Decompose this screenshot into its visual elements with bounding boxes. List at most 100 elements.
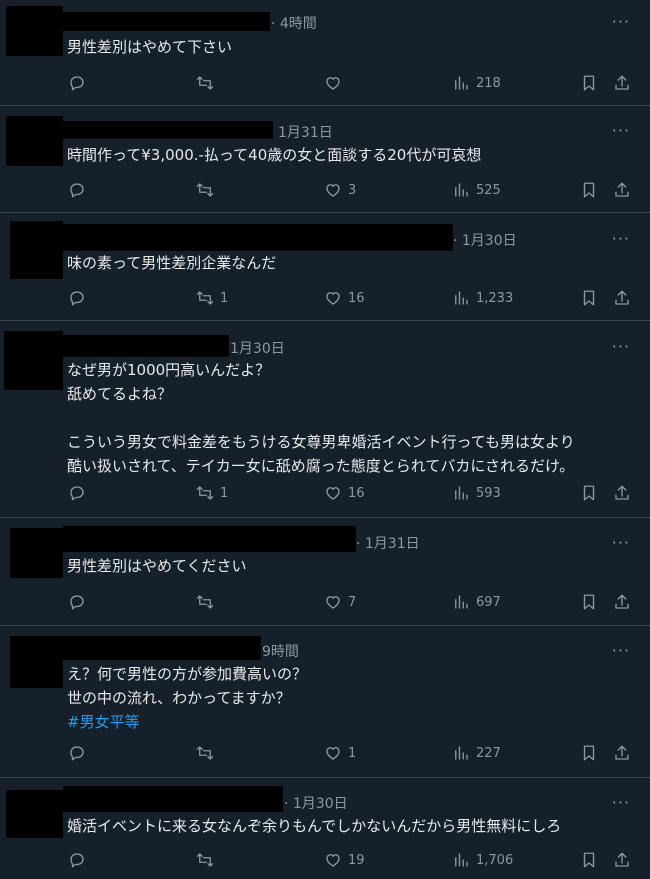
repost-button[interactable]: 1	[196, 483, 228, 503]
post-text: 男性差別はやめてください	[67, 557, 247, 575]
share-button[interactable]	[613, 850, 631, 870]
share-icon	[615, 745, 629, 760]
reply-icon	[70, 595, 84, 610]
repost-icon	[196, 486, 214, 500]
reply-icon	[70, 853, 84, 868]
post-timestamp[interactable]: 9時間	[262, 641, 299, 661]
post-timestamp[interactable]: · 1月30日	[453, 230, 517, 250]
author-name[interactable]	[63, 121, 273, 139]
bookmark-button[interactable]	[580, 592, 598, 612]
avatar[interactable]	[10, 636, 63, 688]
post-timestamp[interactable]: · 1月30日	[284, 793, 348, 813]
like-button[interactable]	[324, 73, 348, 93]
heart-icon	[326, 596, 340, 609]
views-chart-icon	[455, 183, 468, 197]
views-button[interactable]: 227	[452, 743, 501, 763]
more-options-button[interactable]: ···	[612, 12, 630, 31]
avatar[interactable]	[6, 116, 63, 166]
share-icon	[615, 182, 629, 197]
post-text: 男性差別はやめて下さい	[67, 38, 233, 56]
bookmark-button[interactable]	[580, 288, 598, 308]
repost-button[interactable]	[196, 180, 220, 200]
views-button[interactable]: 1,706	[452, 850, 513, 870]
author-name[interactable]	[63, 526, 356, 552]
repost-button[interactable]: 1	[196, 288, 228, 308]
more-options-button[interactable]: ···	[612, 641, 630, 660]
views-button[interactable]: 525	[452, 180, 501, 200]
reply-button[interactable]	[68, 592, 92, 612]
views-button[interactable]: 593	[452, 483, 501, 503]
post-actions: 3 525	[0, 180, 650, 200]
share-button[interactable]	[613, 288, 631, 308]
hashtag-link[interactable]: #男女平等	[67, 710, 140, 734]
bookmark-button[interactable]	[580, 180, 598, 200]
more-options-button[interactable]: ···	[612, 121, 630, 140]
post-timestamp[interactable]: 1月30日	[230, 338, 285, 358]
reply-button[interactable]	[68, 288, 92, 308]
more-options-button[interactable]: ···	[612, 793, 630, 812]
avatar[interactable]	[10, 221, 63, 279]
post-timestamp[interactable]: · 1月31日	[356, 533, 420, 553]
share-button[interactable]	[613, 592, 631, 612]
more-options-button[interactable]: ···	[612, 229, 630, 248]
post-6[interactable]: 9時間 ··· え？何で男性の方が参加費高いの？ 世の中の流れ、わかってますか？…	[0, 626, 650, 778]
bookmark-button[interactable]	[580, 483, 598, 503]
views-button[interactable]: 697	[452, 592, 501, 612]
share-button[interactable]	[613, 743, 631, 763]
author-name[interactable]	[60, 224, 453, 251]
more-options-button[interactable]: ···	[612, 337, 630, 356]
post-text: なぜ男が1000円高いんだよ？ 舐めてるよね？ こういう男女で料金差をもうける女…	[67, 361, 575, 475]
views-button[interactable]: 1,233	[452, 288, 513, 308]
reply-button[interactable]	[68, 483, 92, 503]
bookmark-icon	[583, 182, 595, 198]
repost-icon	[196, 595, 214, 609]
views-chart-icon	[455, 486, 468, 500]
share-icon	[615, 485, 629, 500]
like-button[interactable]: 3	[324, 180, 356, 200]
repost-button[interactable]	[196, 850, 220, 870]
like-button[interactable]: 16	[324, 288, 365, 308]
reply-icon	[70, 291, 84, 306]
like-button[interactable]: 1	[324, 743, 356, 763]
repost-button[interactable]	[196, 743, 220, 763]
post-1[interactable]: · 4時間 ··· 男性差別はやめて下さい 218	[0, 0, 650, 106]
avatar[interactable]	[10, 528, 63, 578]
heart-icon	[326, 77, 340, 90]
author-name[interactable]	[63, 786, 283, 812]
like-button[interactable]: 7	[324, 592, 356, 612]
views-button[interactable]: 218	[452, 73, 501, 93]
repost-icon	[196, 291, 214, 305]
post-7[interactable]: · 1月30日 ··· 婚活イベントに来る女なんぞ余りもんでしかないんだから男性…	[0, 778, 650, 879]
avatar[interactable]	[6, 6, 63, 56]
post-timestamp[interactable]: · 4時間	[271, 13, 317, 33]
heart-icon	[326, 487, 340, 500]
post-5[interactable]: · 1月31日 ··· 男性差別はやめてください 7 697	[0, 518, 650, 626]
post-4[interactable]: 1月30日 ··· なぜ男が1000円高いんだよ？ 舐めてるよね？ こういう男女…	[0, 321, 650, 518]
like-button[interactable]: 19	[324, 850, 365, 870]
reply-button[interactable]	[68, 743, 92, 763]
like-button[interactable]: 16	[324, 483, 365, 503]
post-2[interactable]: 1月31日 ··· 時間作って¥3,000.-払って40歳の女と面談する20代が…	[0, 106, 650, 213]
avatar[interactable]	[6, 790, 63, 838]
bookmark-icon	[583, 852, 595, 868]
repost-button[interactable]	[196, 592, 220, 612]
share-button[interactable]	[613, 483, 631, 503]
share-button[interactable]	[613, 73, 631, 93]
reply-button[interactable]	[68, 180, 92, 200]
bookmark-button[interactable]	[580, 73, 598, 93]
bookmark-button[interactable]	[580, 850, 598, 870]
repost-button[interactable]	[196, 73, 220, 93]
author-name[interactable]	[63, 636, 261, 660]
share-button[interactable]	[613, 180, 631, 200]
post-actions: 1 16 593	[0, 483, 650, 503]
post-timestamp[interactable]: 1月31日	[278, 122, 333, 142]
post-3[interactable]: · 1月30日 ··· 味の素って男性差別企業なんだ 1 16 1,233	[0, 213, 650, 321]
reply-icon	[70, 183, 84, 198]
more-options-button[interactable]: ···	[612, 533, 630, 552]
avatar[interactable]	[4, 331, 63, 390]
author-name[interactable]	[63, 12, 270, 31]
reply-button[interactable]	[68, 850, 92, 870]
reply-button[interactable]	[68, 73, 92, 93]
author-name[interactable]	[63, 335, 229, 357]
bookmark-button[interactable]	[580, 743, 598, 763]
